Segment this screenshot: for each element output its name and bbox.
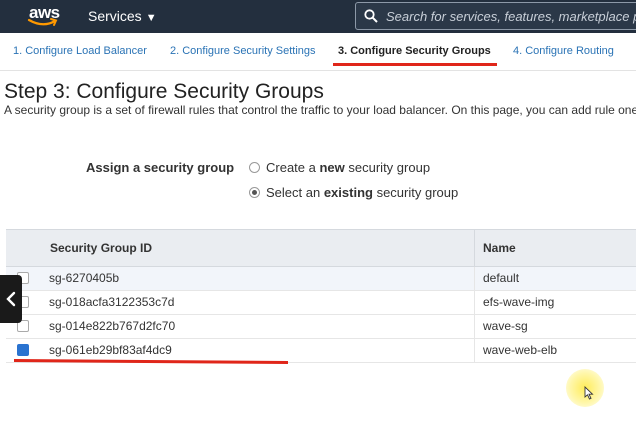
radio-label-post: security group xyxy=(344,160,431,175)
column-header-security-group-id[interactable]: Security Group ID xyxy=(50,241,152,255)
table-row[interactable]: sg-6270405b default xyxy=(6,267,636,291)
column-divider xyxy=(474,267,475,291)
radio-button-selected[interactable] xyxy=(249,187,260,198)
security-group-name: wave-web-elb xyxy=(483,343,558,357)
column-divider xyxy=(474,291,475,315)
services-label: Services xyxy=(88,8,142,24)
security-group-id: sg-018acfa3122353c7d xyxy=(49,295,175,309)
table-row[interactable]: sg-014e822b767d2fc70 wave-sg xyxy=(6,315,636,339)
radio-label-bold: existing xyxy=(323,185,373,200)
radio-label-pre: Select an xyxy=(266,185,324,200)
selected-row-annotation-underline xyxy=(13,359,289,364)
radio-label-bold: new xyxy=(319,160,345,175)
back-tab[interactable] xyxy=(0,275,22,323)
chevron-left-icon xyxy=(6,291,16,307)
row-checkbox-checked[interactable] xyxy=(17,344,29,356)
wizard-steps: 1. Configure Load Balancer 2. Configure … xyxy=(0,33,636,71)
column-header-name[interactable]: Name xyxy=(483,241,516,255)
radio-label-post: security group xyxy=(372,185,459,200)
security-groups-table: Security Group ID Name sg-6270405b defau… xyxy=(6,229,636,363)
security-group-name: wave-sg xyxy=(483,319,528,333)
active-step-annotation-underline xyxy=(333,63,497,66)
security-group-name: default xyxy=(483,271,520,285)
column-divider xyxy=(474,315,475,339)
search-icon xyxy=(364,9,378,23)
column-divider xyxy=(474,339,475,363)
table-header: Security Group ID Name xyxy=(6,229,636,267)
aws-smile-icon xyxy=(27,18,58,26)
search-placeholder: Search for services, features, marketpla… xyxy=(386,9,636,24)
security-group-id: sg-6270405b xyxy=(49,271,120,285)
top-nav-bar: aws Services ▼ Search for services, featu… xyxy=(0,0,636,33)
step-configure-security-settings[interactable]: 2. Configure Security Settings xyxy=(170,45,316,57)
step-configure-routing[interactable]: 4. Configure Routing xyxy=(513,45,614,57)
step-configure-security-groups[interactable]: 3. Configure Security Groups xyxy=(338,45,491,57)
security-group-id: sg-014e822b767d2fc70 xyxy=(49,319,176,333)
search-input[interactable]: Search for services, features, marketpla… xyxy=(355,2,636,30)
table-row[interactable]: sg-018acfa3122353c7d efs-wave-img xyxy=(6,291,636,315)
mouse-pointer-icon xyxy=(584,386,594,400)
radio-select-existing-security-group[interactable]: Select an existing security group xyxy=(249,185,458,200)
column-divider xyxy=(474,230,475,267)
step-configure-load-balancer[interactable]: 1. Configure Load Balancer xyxy=(13,45,147,57)
radio-label-pre: Create a xyxy=(266,160,320,175)
services-menu[interactable]: Services ▼ xyxy=(88,8,157,24)
aws-logo[interactable]: aws xyxy=(26,3,60,29)
radio-button[interactable] xyxy=(249,162,260,173)
page-title: Step 3: Configure Security Groups xyxy=(4,80,324,103)
security-group-id: sg-061eb29bf83af4dc9 xyxy=(49,343,172,357)
radio-create-new-security-group[interactable]: Create a new security group xyxy=(249,160,430,175)
security-group-name: efs-wave-img xyxy=(483,295,555,309)
page-description: A security group is a set of firewall ru… xyxy=(4,103,636,117)
assign-security-group-label: Assign a security group xyxy=(86,160,235,175)
caret-down-icon: ▼ xyxy=(145,12,157,24)
